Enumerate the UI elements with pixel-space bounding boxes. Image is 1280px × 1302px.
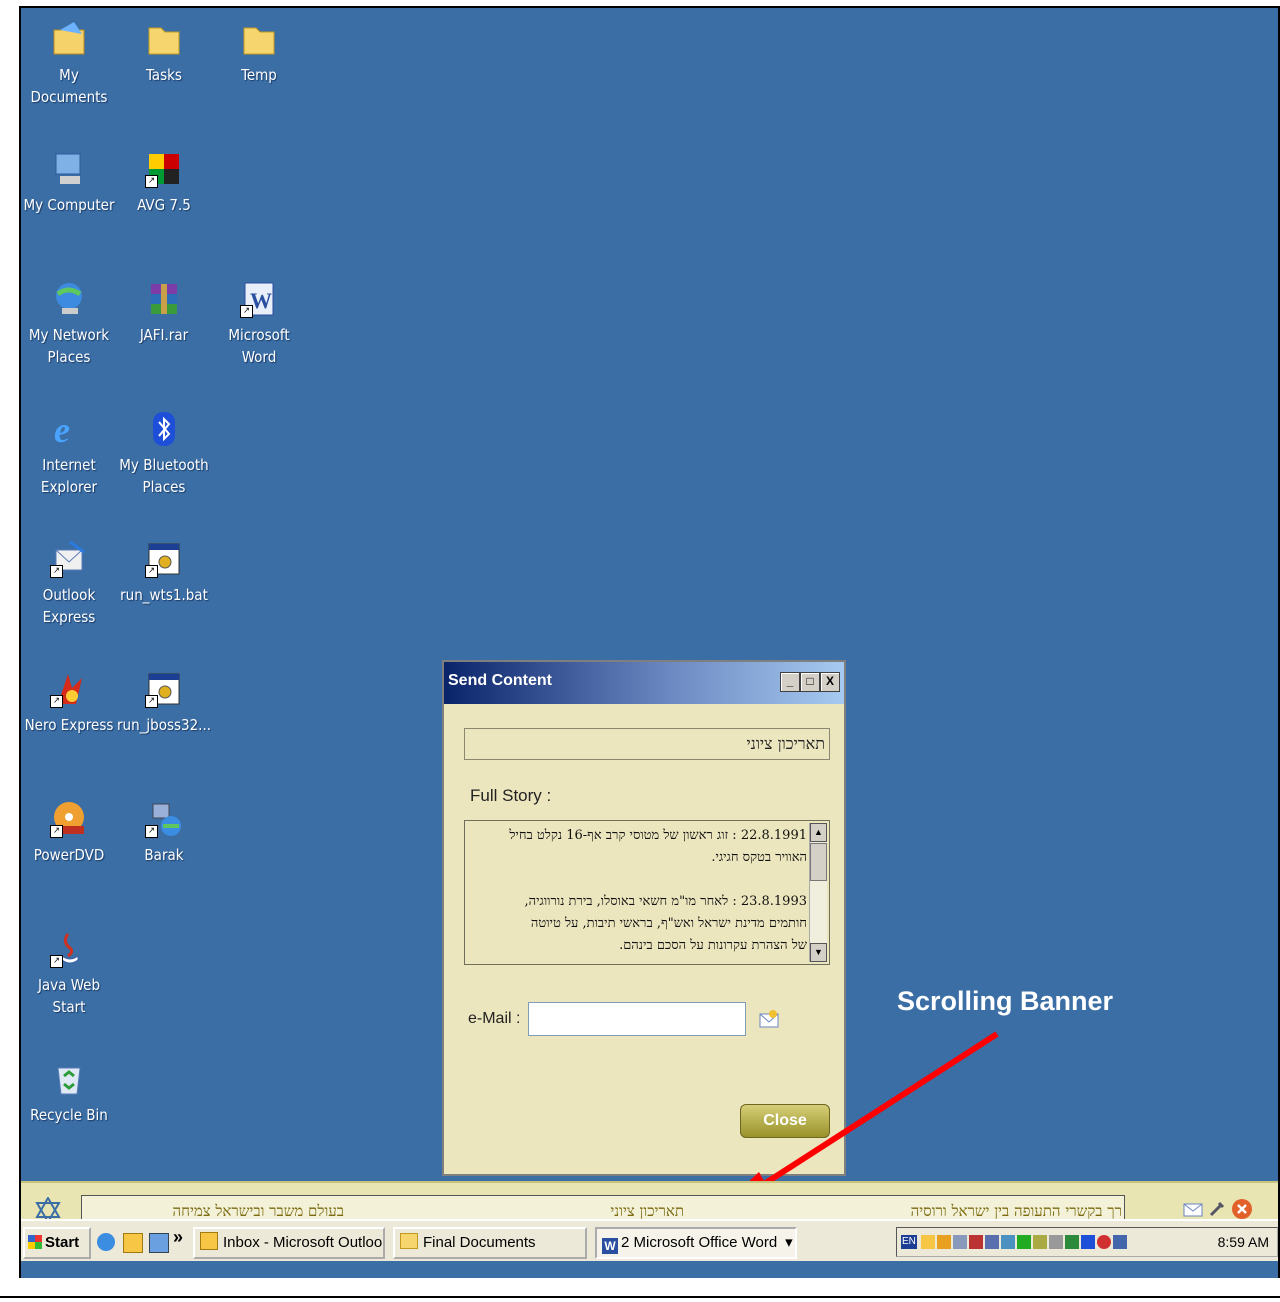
arrow-shaft	[759, 1031, 999, 1189]
close-banner-icon[interactable]	[1231, 1198, 1253, 1220]
outlook-quicklaunch-icon[interactable]	[123, 1233, 143, 1253]
start-button[interactable]: Start	[23, 1227, 91, 1259]
folder-icon	[400, 1233, 418, 1249]
windows-logo-icon	[28, 1235, 42, 1249]
annotation-arrow	[733, 1031, 999, 1196]
security-tray-icon[interactable]	[1064, 1235, 1079, 1249]
bluetooth-tray-icon[interactable]	[1080, 1235, 1095, 1249]
clock[interactable]: 8:59 AM	[1218, 1234, 1269, 1250]
volume-tray-icon[interactable]	[952, 1235, 967, 1249]
display-tray-icon[interactable]	[1112, 1235, 1127, 1249]
page-border	[0, 1296, 1280, 1298]
outlook-tray-icon[interactable]	[936, 1235, 951, 1249]
ie-quicklaunch-icon[interactable]	[97, 1233, 115, 1251]
task-label: Final Documents	[423, 1234, 536, 1251]
desktop: My Documents Tasks Temp My Computer ↗ AV…	[19, 6, 1280, 1278]
util-tray-icon[interactable]	[1032, 1235, 1047, 1249]
taskbar-item-final-documents[interactable]: Final Documents	[393, 1227, 587, 1259]
outlook-icon	[200, 1232, 218, 1250]
mail-icon[interactable]	[1183, 1199, 1203, 1219]
quicklaunch-chevron-icon[interactable]: »	[173, 1227, 183, 1248]
network-tray-icon[interactable]	[984, 1235, 999, 1249]
device-tray-icon[interactable]	[1000, 1235, 1015, 1249]
taskbar: Start » Inbox - Microsoft Outlook Final …	[21, 1219, 1278, 1261]
speaker-tray-icon[interactable]	[1048, 1235, 1063, 1249]
start-label: Start	[45, 1234, 80, 1251]
mail-tray-icon[interactable]	[920, 1235, 935, 1249]
browser-quicklaunch-icon[interactable]	[149, 1233, 169, 1253]
task-label: 2 Microsoft Office Word	[621, 1234, 778, 1251]
word-icon: W	[602, 1238, 618, 1254]
power-tray-icon[interactable]	[1096, 1235, 1111, 1249]
language-indicator[interactable]: EN	[901, 1235, 917, 1249]
dropdown-arrow-icon: ▾	[785, 1234, 793, 1251]
task-label: Inbox - Microsoft Outlook	[223, 1234, 385, 1251]
taskbar-item-word[interactable]: W2 Microsoft Office Word ▾	[595, 1227, 797, 1259]
system-tray: EN 8:59 AM	[896, 1227, 1278, 1257]
taskbar-item-outlook[interactable]: Inbox - Microsoft Outlook	[193, 1227, 385, 1259]
settings-icon[interactable]	[1207, 1199, 1227, 1219]
network-error-icon[interactable]	[968, 1235, 983, 1249]
avg-tray-icon[interactable]	[1016, 1235, 1031, 1249]
